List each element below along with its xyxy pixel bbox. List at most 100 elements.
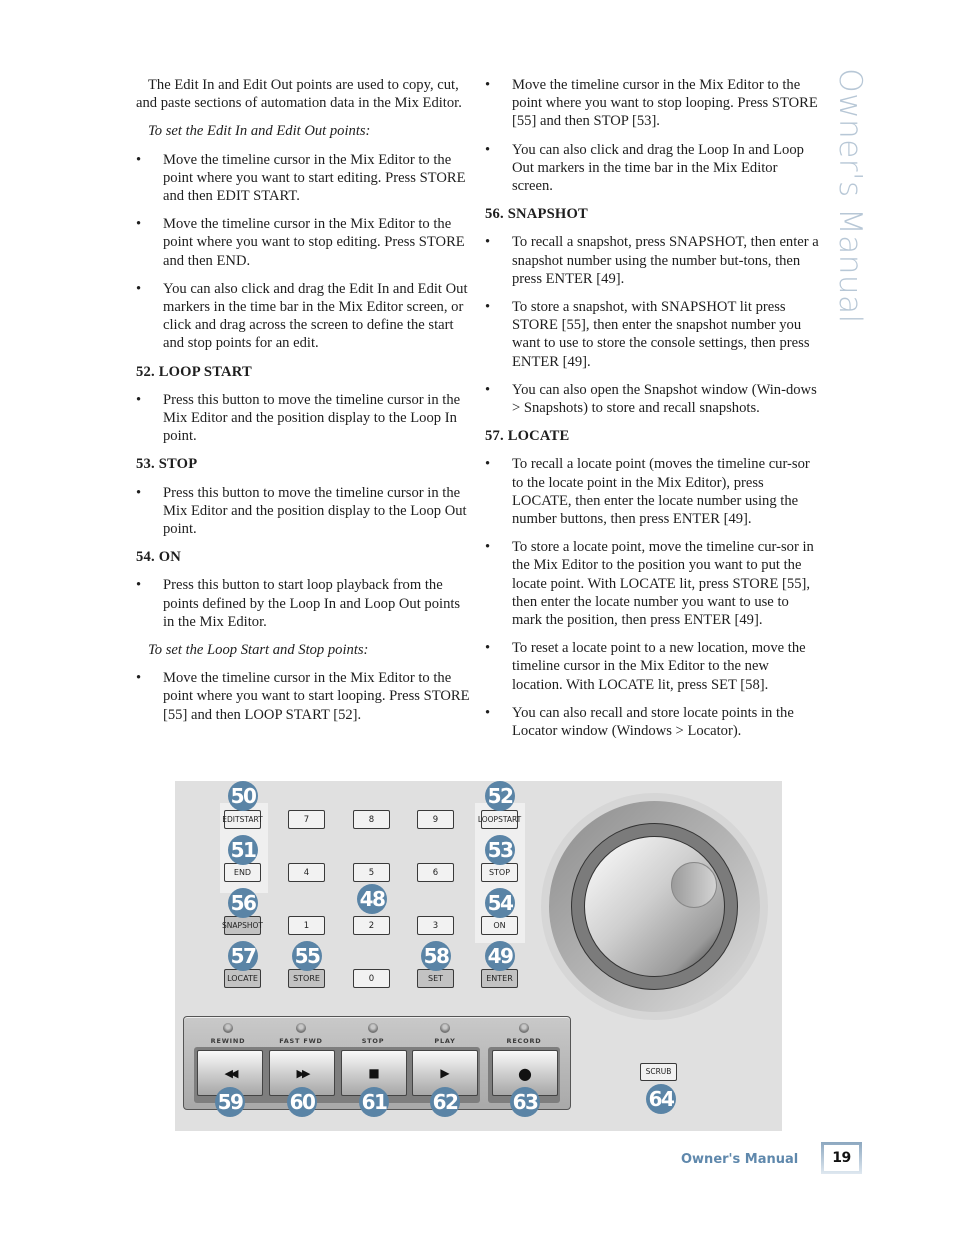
jog-wheel-face xyxy=(584,836,725,977)
callout-badge-61: 61 xyxy=(359,1087,389,1117)
enter-key[interactable]: ENTER xyxy=(481,969,518,988)
bullet-icon: • xyxy=(485,456,491,473)
bullet-icon: • xyxy=(485,381,491,398)
record-label: RECORD xyxy=(506,1037,542,1045)
bullet-icon: • xyxy=(485,640,491,657)
store-key[interactable]: STORE xyxy=(288,969,325,988)
fast-fwd-led-icon xyxy=(296,1023,306,1033)
list-item-text: You can also click and drag the Loop In … xyxy=(512,141,804,195)
list-item: • To reset a locate point to a new locati… xyxy=(485,639,820,694)
list-item: • Press this button to start loop playbac… xyxy=(136,576,471,631)
callout-badge-56: 56 xyxy=(228,888,258,918)
stop-led-icon xyxy=(368,1023,378,1033)
callout-badge-50: 50 xyxy=(228,781,258,811)
section-heading-53: 53. STOP xyxy=(136,456,198,473)
fast-fwd-label: FAST FWD xyxy=(279,1037,323,1045)
callout-badge-59: 59 xyxy=(215,1087,245,1117)
callout-badge-52: 52 xyxy=(485,781,515,811)
list-item: • You can also recall and store locate po… xyxy=(485,704,820,740)
intro-paragraph: The Edit In and Edit Out points are used… xyxy=(136,77,462,112)
callout-badge-58: 58 xyxy=(421,941,451,971)
section-heading-57: 57. LOCATE xyxy=(485,428,570,445)
bullet-icon: • xyxy=(485,299,491,316)
key-label-line1: SNAP xyxy=(222,920,243,930)
digit-6-key[interactable]: 6 xyxy=(417,863,454,882)
list-item-text: Press this button to move the timeline c… xyxy=(163,391,461,445)
list-item-text: Move the timeline cursor in the Mix Edit… xyxy=(512,77,818,130)
callout-badge-49: 49 xyxy=(485,941,515,971)
page-number-box: 19 xyxy=(821,1142,862,1174)
list-item: • To recall a snapshot, press SNAPSHOT, t… xyxy=(485,233,820,288)
bullet-icon: • xyxy=(485,141,491,158)
callout-badge-60: 60 xyxy=(287,1087,317,1117)
set-key[interactable]: SET xyxy=(417,969,454,988)
stop-icon: ■ xyxy=(368,1066,380,1080)
list-item: • Move the timeline cursor in the Mix Edi… xyxy=(136,669,471,724)
key-label-line2: START xyxy=(498,814,522,824)
key-label-line2: SHOT xyxy=(242,920,263,930)
record-led-icon xyxy=(519,1023,529,1033)
section-heading-56: 56. SNAPSHOT xyxy=(485,206,588,223)
callout-badge-51: 51 xyxy=(228,835,258,865)
bullet-icon: • xyxy=(136,216,142,233)
digit-8-key[interactable]: 8 xyxy=(353,810,390,829)
locate-key[interactable]: LOCATE xyxy=(224,969,261,988)
list-item-text: You can also recall and store locate poi… xyxy=(512,704,794,740)
list-item: • Press this button to move the timeline … xyxy=(136,484,471,539)
digit-2-key[interactable]: 2 xyxy=(353,916,390,935)
loop-start-key[interactable]: LOOP START xyxy=(478,810,522,829)
bullet-icon: • xyxy=(485,704,491,721)
digit-5-key[interactable]: 5 xyxy=(353,863,390,882)
list-item-text: Press this button to start loop playback… xyxy=(163,577,461,630)
edit-subheading: To set the Edit In and Edit Out points: xyxy=(148,123,371,140)
list-item: • To recall a locate point (moves the tim… xyxy=(485,455,820,528)
jog-wheel-band xyxy=(571,823,738,990)
bullet-icon: • xyxy=(136,484,142,501)
end-key[interactable]: END xyxy=(224,863,261,882)
callout-badge-54: 54 xyxy=(485,888,515,918)
jog-wheel[interactable] xyxy=(541,793,768,1020)
fast-forward-icon: ▶▶ xyxy=(296,1066,311,1080)
bullet-icon: • xyxy=(485,77,491,93)
digit-4-key[interactable]: 4 xyxy=(288,863,325,882)
digit-7-key[interactable]: 7 xyxy=(288,810,325,829)
bullet-icon: • xyxy=(136,151,142,168)
loop-stop-key[interactable]: STOP xyxy=(481,863,518,882)
digit-9-key[interactable]: 9 xyxy=(417,810,454,829)
right-column: • Move the timeline cursor in the Mix Edi… xyxy=(485,76,820,750)
list-item-text: To recall a locate point (moves the time… xyxy=(512,456,810,528)
callout-badge-64: 64 xyxy=(646,1084,676,1114)
loop-on-key[interactable]: ON xyxy=(481,916,518,935)
control-panel-diagram: EDIT START END SNAP SHOT LOCATE 7 8 9 4 5 … xyxy=(175,781,782,1131)
scrub-key[interactable]: SCRUB xyxy=(640,1063,677,1081)
edit-start-key[interactable]: EDIT START xyxy=(222,810,263,829)
rewind-icon: ◀◀ xyxy=(224,1066,239,1080)
loop-subheading: To set the Loop Start and Stop points: xyxy=(148,642,369,659)
list-item: • To store a snapshot, with SNAPSHOT lit … xyxy=(485,298,820,371)
digit-0-key[interactable]: 0 xyxy=(353,969,390,988)
list-item: • You can also click and drag the Loop In… xyxy=(485,141,820,196)
bullet-icon: • xyxy=(136,391,142,408)
snapshot-key[interactable]: SNAP SHOT xyxy=(222,916,263,935)
left-column: The Edit In and Edit Out points are used… xyxy=(136,76,471,734)
callout-badge-53: 53 xyxy=(485,835,515,865)
list-item: • Move the timeline cursor in the Mix Edi… xyxy=(136,215,471,270)
list-item-text: Move the timeline cursor in the Mix Edit… xyxy=(163,151,466,205)
section-heading-52: 52. LOOP START xyxy=(136,363,252,380)
list-item: • You can also click and drag the Edit In… xyxy=(136,280,471,353)
play-led-icon xyxy=(440,1023,450,1033)
bullet-icon: • xyxy=(485,539,491,556)
rewind-led-icon xyxy=(223,1023,233,1033)
list-item-text: To recall a snapshot, press SNAPSHOT, th… xyxy=(512,234,819,287)
page-number: 19 xyxy=(824,1145,859,1171)
list-item: • You can also open the Snapshot window (… xyxy=(485,381,820,417)
digit-1-key[interactable]: 1 xyxy=(288,916,325,935)
list-item: • To store a locate point, move the timel… xyxy=(485,538,820,629)
callout-badge-63: 63 xyxy=(510,1087,540,1117)
callout-badge-55: 55 xyxy=(292,941,322,971)
digit-3-key[interactable]: 3 xyxy=(417,916,454,935)
callout-badge-62: 62 xyxy=(430,1087,460,1117)
list-item-text: You can also click and drag the Edit In … xyxy=(163,280,468,352)
list-item: • Move the timeline cursor in the Mix Edi… xyxy=(485,76,820,131)
section-heading-54: 54. ON xyxy=(136,549,181,566)
